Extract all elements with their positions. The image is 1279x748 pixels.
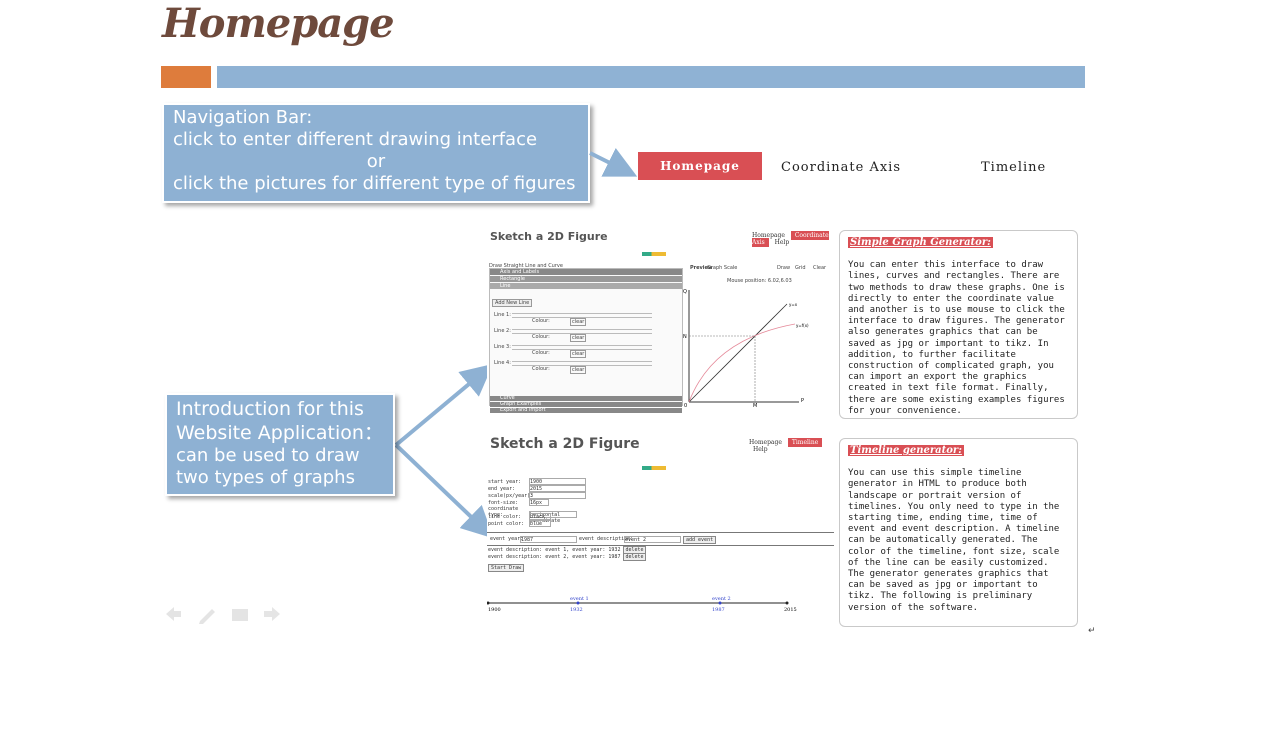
draw-button[interactable]: Draw xyxy=(777,265,790,271)
axis-label-o: 0 xyxy=(684,403,687,408)
event-year-label: event year: xyxy=(490,536,524,542)
add-line-button[interactable]: Add New Line xyxy=(492,299,533,307)
clear-button[interactable]: clear xyxy=(570,366,587,374)
event-row: event description: event 2, event year: … xyxy=(488,553,646,561)
preview-title: Sketch a 2D Figure xyxy=(490,436,640,452)
nav-timeline[interactable]: Timeline xyxy=(981,160,1046,175)
field-end-year: end year: 2015 xyxy=(488,485,586,492)
description-body: You can use this simple timeline generat… xyxy=(848,468,1060,613)
back-arrow-icon[interactable] xyxy=(166,607,181,621)
pen-icon[interactable] xyxy=(199,609,215,624)
paragraph-mark: ↵ xyxy=(1088,626,1096,636)
arrow-to-graph xyxy=(394,363,494,447)
forward-arrow-icon[interactable] xyxy=(264,607,280,621)
pencil-decoration xyxy=(642,466,666,470)
preview-nav: Homepage Coordinate Axis Help xyxy=(752,231,832,247)
callout-line: can be used to draw xyxy=(176,445,360,466)
callout-line: Website Application： xyxy=(176,422,383,444)
control-panel: Axis and Labels Rectangle Line Add New L… xyxy=(489,268,683,413)
field-start-year: start year: 1900 xyxy=(488,478,586,485)
axis-label-p: P xyxy=(801,398,804,404)
nav-coordinate-axis[interactable]: Coordinate Axis xyxy=(781,160,901,175)
field-scale: scale(px/year):3 xyxy=(488,492,586,499)
graph-canvas[interactable]: Q P N M 0 y=x y=f(x) xyxy=(683,284,831,408)
colour-label: Colour: xyxy=(532,318,550,324)
timeline-drawing: 1900 2015 event 1 1932 event 2 1987 xyxy=(487,596,797,613)
preview-nav-item: Timeline xyxy=(787,438,823,447)
curve-label-yfx: y=f(x) xyxy=(796,323,809,328)
arrow-to-timeline xyxy=(394,443,494,539)
preview-nav-item: Homepage xyxy=(749,439,782,446)
clear-button[interactable]: clear xyxy=(570,334,587,342)
field-point-color: point color: blue xyxy=(488,520,551,527)
nav-homepage[interactable]: Homepage xyxy=(638,152,762,180)
section-axis[interactable]: Axis and Labels xyxy=(490,269,682,275)
timeline-preview[interactable]: Sketch a 2D Figure Homepage Timeline Hel… xyxy=(487,434,834,616)
coordinate-axis-preview[interactable]: Sketch a 2D Figure Homepage Coordinate A… xyxy=(487,228,832,413)
axis-label-q: Q xyxy=(683,289,687,295)
menu-icon[interactable] xyxy=(232,609,248,621)
description-title: Timeline generator: xyxy=(848,445,964,457)
colour-label: Colour: xyxy=(532,350,550,356)
field-line-color: line color: black xyxy=(488,513,551,520)
timeline-event-name: event 1 xyxy=(570,596,589,602)
preview-title: Sketch a 2D Figure xyxy=(490,230,608,243)
event-year-input[interactable]: 1987 xyxy=(520,536,577,543)
intro-callout: Introduction for this Website Applicatio… xyxy=(165,393,395,496)
graph-scale-label: Graph Scale xyxy=(707,265,738,271)
colour-label: Colour: xyxy=(532,334,550,340)
preview-nav-item: Help xyxy=(753,446,768,453)
add-event-button[interactable]: add event xyxy=(683,536,717,544)
event-entry-row: event year: 1987 event description: even… xyxy=(487,532,834,546)
description-body: You can enter this interface to draw lin… xyxy=(848,260,1065,416)
curve-label-yx: y=x xyxy=(789,302,798,307)
pencil-decoration xyxy=(642,252,666,256)
section-line[interactable]: Line xyxy=(490,283,682,289)
line-label: Line 3: xyxy=(494,344,511,350)
event-desc-input[interactable]: event 2 xyxy=(624,536,681,543)
clear-button[interactable]: clear xyxy=(570,350,587,358)
clear-button[interactable]: clear xyxy=(570,318,587,326)
axis-label-n: N xyxy=(683,334,687,340)
graph-generator-description: Simple Graph Generator: You can enter th… xyxy=(839,230,1078,419)
timeline-event-year: 1932 xyxy=(570,607,583,613)
clear-graph-button[interactable]: Clear xyxy=(813,265,826,271)
timeline-start: 1900 xyxy=(488,607,501,613)
preview-nav-item: Help xyxy=(774,239,790,246)
slide-controls xyxy=(166,607,280,624)
section-export[interactable]: Export and Import xyxy=(490,408,682,413)
timeline-event-name: event 2 xyxy=(712,596,731,602)
delete-button[interactable]: delete xyxy=(623,553,646,561)
field-font-size: font-size: 16px xyxy=(488,499,549,506)
timeline-generator-description: Timeline generator: You can use this sim… xyxy=(839,438,1078,627)
grid-button[interactable]: Grid xyxy=(795,265,806,271)
line-label: Line 4: xyxy=(494,360,511,366)
callout-line: Introduction for this xyxy=(176,398,364,420)
start-draw-button[interactable]: Start Draw xyxy=(488,564,525,572)
section-rectangle[interactable]: Rectangle xyxy=(490,276,682,282)
description-title: Simple Graph Generator: xyxy=(848,237,993,249)
colour-label: Colour: xyxy=(532,366,550,372)
line-label: Line 1: xyxy=(494,312,511,318)
line-label: Line 2: xyxy=(494,328,511,334)
arrow-to-nav xyxy=(589,147,638,177)
axis-label-m: M xyxy=(753,403,757,408)
timeline-event-year: 1987 xyxy=(712,607,725,613)
event-row: event description: event 1, event year: … xyxy=(488,546,646,554)
timeline-end: 2015 xyxy=(784,607,797,613)
callout-line: two types of graphs xyxy=(176,467,355,488)
preview-nav: Homepage Timeline Help xyxy=(749,438,834,453)
